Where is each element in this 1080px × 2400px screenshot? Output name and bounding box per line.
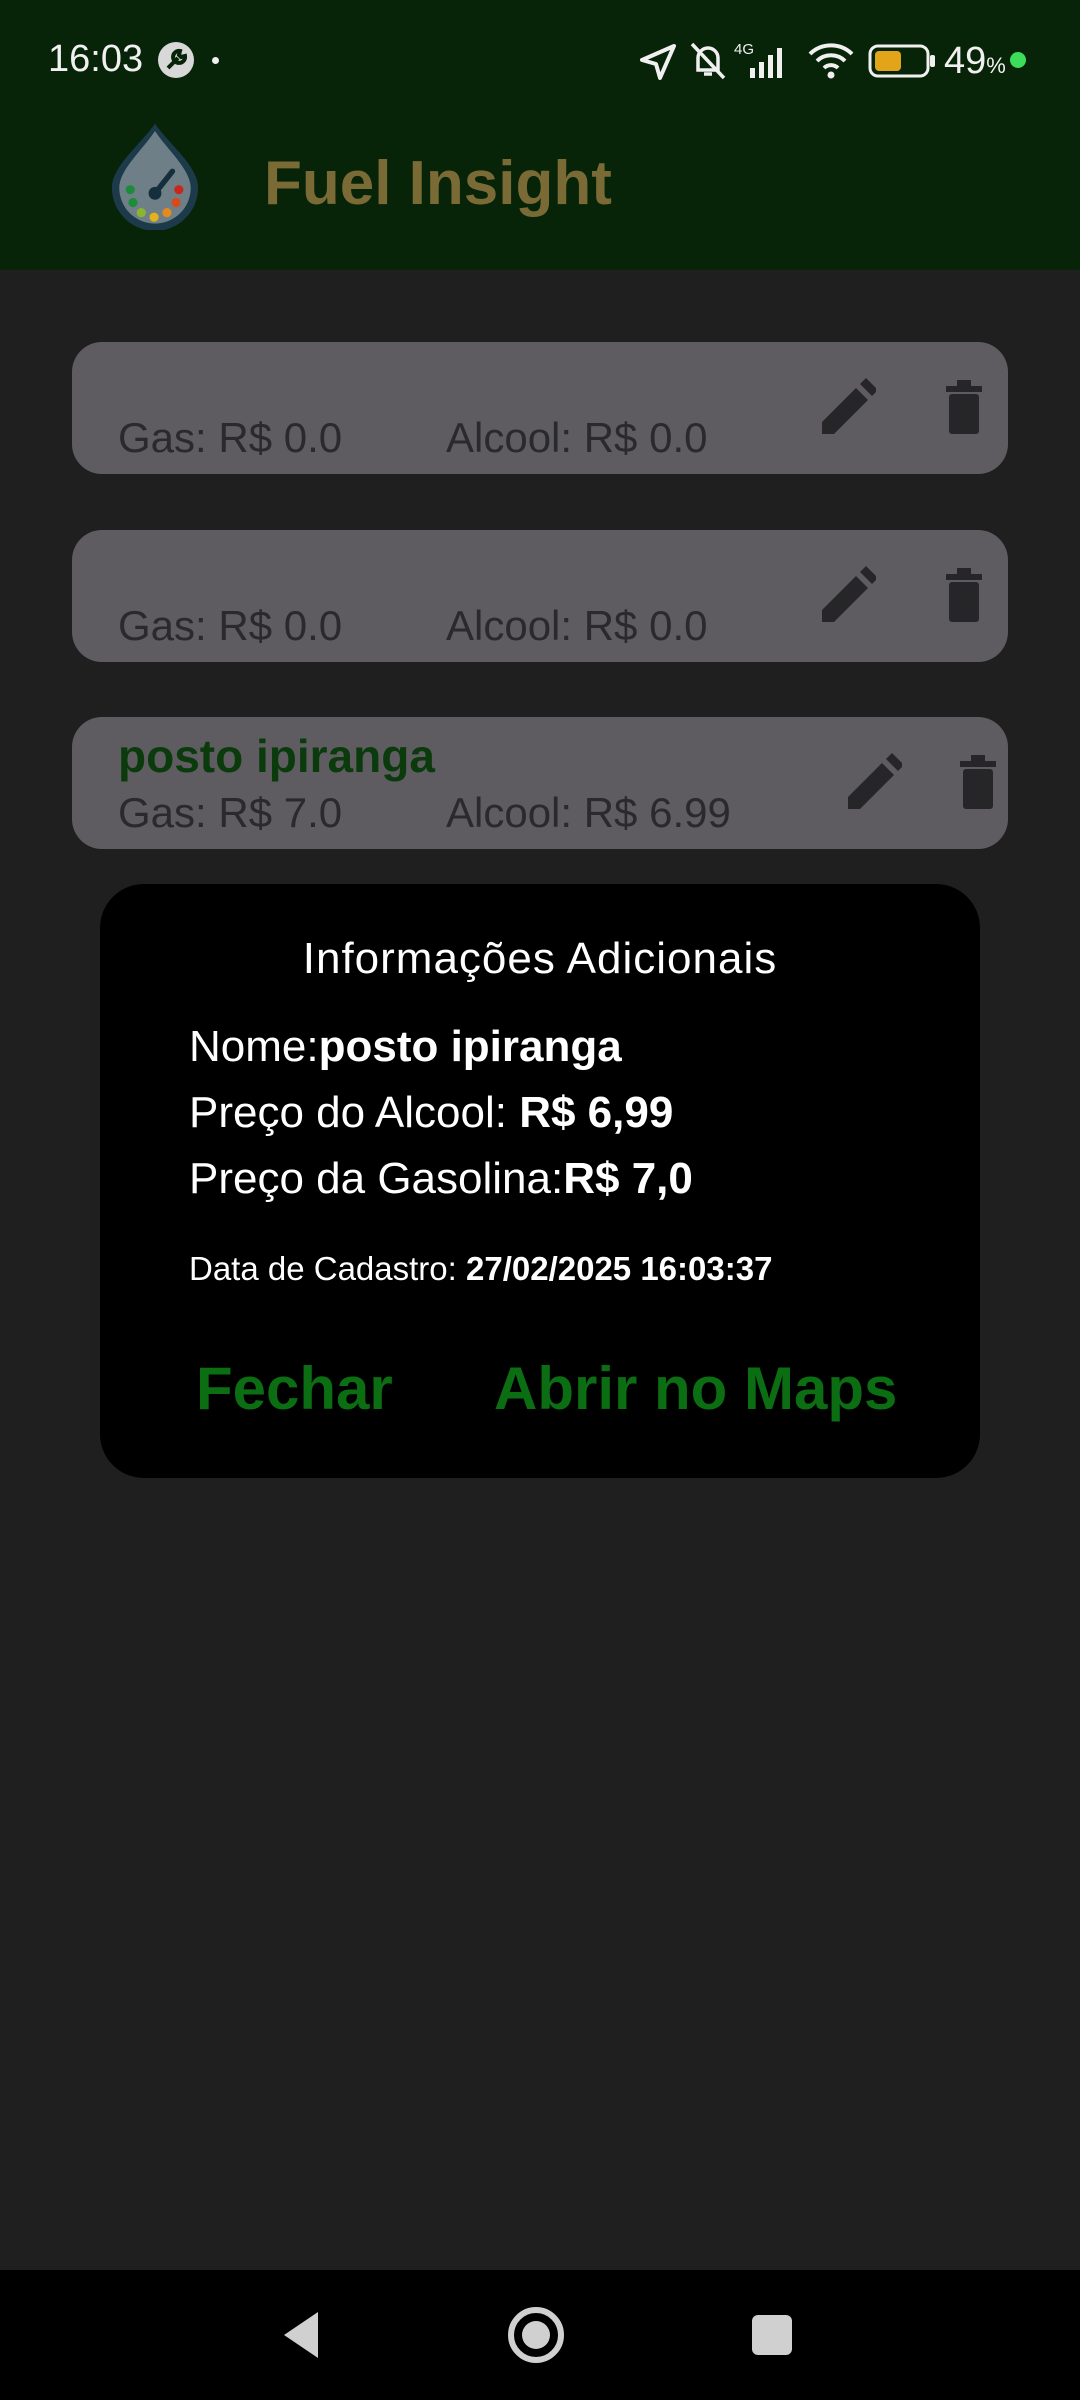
station-alcool-price: Alcool: R$ 0.0: [446, 414, 708, 461]
dialog-name-row: Nome:posto ipiranga: [189, 1022, 622, 1072]
back-icon[interactable]: [276, 2300, 326, 2370]
station-gas-price: Gas: R$ 0.0: [118, 602, 343, 649]
dialog-date-row: Data de Cadastro: 27/02/2025 16:03:37: [189, 1250, 772, 1288]
dialog-gasolina-value: R$ 7,0: [563, 1154, 693, 1203]
privacy-indicator-dot: [1010, 52, 1026, 68]
dialog-date-label: Data de Cadastro:: [189, 1250, 466, 1287]
station-name: posto ipiranga: [118, 730, 435, 782]
station-gas-price: Gas: R$ 0.0: [118, 414, 343, 461]
dialog-gasolina-row: Preço da Gasolina:R$ 7,0: [189, 1154, 693, 1204]
open-maps-button[interactable]: Abrir no Maps: [494, 1354, 897, 1423]
notification-dot-icon: [212, 57, 219, 64]
trash-icon[interactable]: [948, 751, 1008, 815]
dialog-alcool-value: R$ 6,99: [519, 1088, 674, 1137]
location-icon: [640, 44, 676, 80]
additional-info-dialog: Informações Adicionais Nome:posto ipiran…: [100, 884, 980, 1478]
station-gas-price: Gas: R$ 7.0: [118, 789, 343, 836]
pencil-icon[interactable]: [816, 376, 876, 440]
pencil-icon[interactable]: [842, 751, 902, 815]
close-button[interactable]: Fechar: [196, 1354, 393, 1423]
station-alcool-price: Alcool: R$ 6.99: [446, 789, 731, 836]
dialog-gasolina-label: Preço da Gasolina:: [189, 1154, 564, 1203]
station-card[interactable]: posto ipiranga Gas: R$ 7.0 Alcool: R$ 6.…: [72, 717, 1008, 849]
station-alcool-price: Alcool: R$ 0.0: [446, 602, 708, 649]
pencil-icon[interactable]: [816, 564, 876, 628]
home-icon[interactable]: [506, 2300, 566, 2370]
network-type: 4G: [734, 41, 754, 58]
status-time: 16:03: [48, 38, 144, 80]
bell-muted-icon: [690, 42, 726, 80]
trash-icon[interactable]: [934, 376, 994, 440]
trash-icon[interactable]: [934, 564, 994, 628]
recent-apps-icon[interactable]: [750, 2300, 794, 2370]
app-bar: Fuel Insight: [0, 120, 1080, 270]
dialog-alcool-label: Preço do Alcool:: [189, 1088, 520, 1137]
dialog-name-value: posto ipiranga: [318, 1022, 622, 1071]
dialog-name-label: Nome:: [189, 1022, 319, 1071]
dialog-title: Informações Adicionais: [302, 934, 778, 983]
status-bar: 16:03 4G 49%: [0, 0, 1080, 120]
battery-icon: [868, 44, 935, 78]
system-nav-bar: [0, 2270, 1080, 2400]
battery-percentage: 49%: [944, 40, 1006, 82]
fuel-gauge-drop-icon: [111, 123, 199, 230]
wrench-icon: [158, 42, 194, 78]
dialog-alcool-row: Preço do Alcool: R$ 6,99: [189, 1088, 673, 1138]
dialog-date-value: 27/02/2025 16:03:37: [466, 1250, 773, 1287]
app-title: Fuel Insight: [264, 149, 612, 218]
station-card[interactable]: Gas: R$ 0.0 Alcool: R$ 0.0: [72, 530, 1008, 662]
station-card[interactable]: Gas: R$ 0.0 Alcool: R$ 0.0: [72, 342, 1008, 474]
wifi-icon: [808, 43, 854, 79]
cell-signal-icon: 4G: [734, 41, 782, 78]
